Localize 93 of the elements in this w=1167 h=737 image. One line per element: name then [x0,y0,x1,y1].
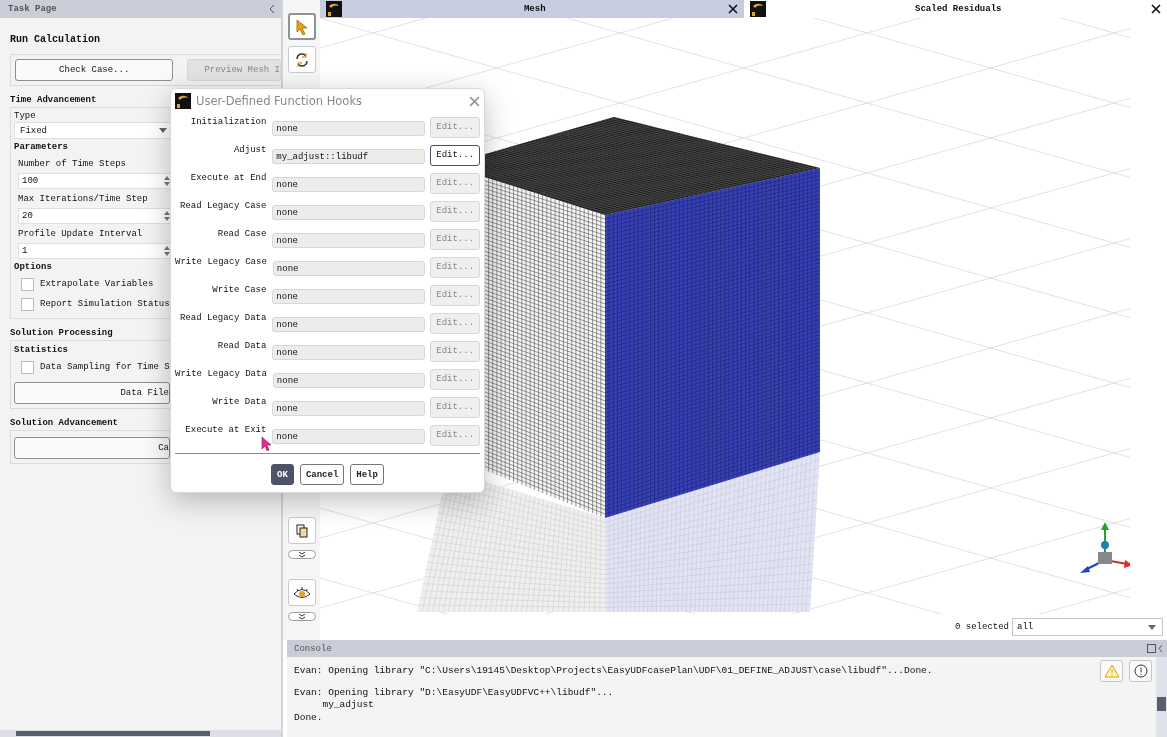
hook-label: Read Legacy Case [178,201,267,211]
app-logo-icon [749,1,766,17]
expand-button[interactable] [287,550,316,559]
group-label: Parameters [14,140,68,154]
console-line: Evan: Opening library "D:\EasyUDF\EasyUDFVC++\libudf"... [294,686,615,699]
copy-icon [295,523,308,538]
number-field[interactable]: 100 [18,173,172,189]
hook-field[interactable]: none [272,121,426,136]
checkbox[interactable] [21,277,34,291]
eye-icon [292,586,311,599]
hook-field[interactable]: none [272,317,426,332]
collapse-icon[interactable] [1147,644,1163,653]
close-icon[interactable] [727,4,738,14]
console-line: Evan: Opening library "C:\Users\19145\Desktop\Projects\EasyUDFcasePlan\UDF\01_DEFINE_ADJUST\case\libudf"...Done. [294,665,934,678]
app-logo-icon [175,93,191,109]
number-field[interactable]: 1 [18,243,172,259]
mouse-cursor-icon [261,436,272,451]
chevron-down-icon [298,551,305,558]
section-title: Solution Advancement [10,418,119,429]
hook-label: Write Legacy Data [175,369,267,379]
console-title: Console [294,643,332,654]
dialog-button[interactable]: Cancel [299,464,345,485]
group-label: Options [14,260,52,274]
hook-label: Write Legacy Case [175,257,267,267]
chevron-down-icon [298,613,305,620]
hook-label: Write Data [211,397,267,407]
section-title: Solution Processing [10,328,113,339]
hook-label: Read Data [216,341,267,351]
hook-field[interactable]: none [272,177,426,192]
console-line: Done. [294,711,324,724]
hook-label: Execute at Exit [184,425,267,435]
vertical-scrollbar[interactable] [1156,657,1167,737]
group-label: Statistics [14,343,68,357]
axis-triad-icon [1080,522,1130,573]
hook-label: Adjust [232,145,267,155]
hook-field[interactable]: none [272,429,426,444]
field-label: Profile Update Interval [18,227,144,240]
collapse-icon[interactable] [270,5,275,13]
app-logo-icon [326,1,342,17]
hook-field[interactable]: my_adjust::libudf [272,149,426,164]
dialog-title: User-Defined Function Hooks [196,94,364,108]
checkbox-label: Extrapolate Variables [40,279,154,289]
close-icon[interactable] [1151,4,1161,14]
spinner-arrows-icon[interactable] [164,175,170,187]
panel-heading: Run Calculation [10,34,101,46]
rotate-icon [293,51,310,68]
select-tool-button[interactable] [287,13,316,40]
dropdown-arrow-icon [159,128,167,133]
spinner-arrows-icon[interactable] [164,210,170,222]
graphics-tab[interactable]: Mesh [320,0,744,18]
panel-button[interactable]: Check Case... [15,59,174,81]
view-tool-button[interactable] [287,579,316,606]
number-field[interactable]: 20 [18,208,172,224]
hook-label: Read Legacy Data [178,313,267,323]
dialog-button[interactable]: OK [271,464,294,485]
console-line: my_adjust [321,699,375,712]
selection-count: 0 selected [955,622,1009,632]
field-label: Max Iterations/Time Step [18,192,149,205]
hook-label: Read Case [216,229,267,239]
pointer-icon [295,18,308,35]
hook-field[interactable]: none [272,233,426,248]
hook-field[interactable]: none [272,205,426,220]
expand-button[interactable] [287,612,316,621]
horizontal-scrollbar[interactable] [0,730,281,737]
checkbox[interactable] [21,297,34,311]
type-dropdown[interactable]: Fixed [14,122,172,139]
hook-label: Execute at End [189,173,267,183]
hook-label: Initialization [189,117,267,127]
panel-title: Task Page [8,4,57,14]
warning-icon [1103,664,1120,678]
rotate-tool-button[interactable] [287,46,316,73]
info-icon [1133,664,1148,678]
hook-field[interactable]: none [272,401,426,416]
hook-field[interactable]: none [272,289,426,304]
hook-label: Write Case [211,285,267,295]
panel-button[interactable]: Ca [14,437,170,459]
dropdown-arrow-icon [1148,624,1156,630]
hook-field[interactable]: none [272,261,426,276]
dialog-button[interactable]: Help [350,464,384,485]
panel-button[interactable]: Data File [14,382,170,404]
checkbox[interactable] [21,360,34,374]
checkbox-label: Data Sampling for Time S [40,362,170,372]
edit-button[interactable]: Edit... [430,144,480,166]
section-title: Time Advancement [10,95,97,106]
hook-field[interactable]: none [272,345,426,360]
copy-tool-button[interactable] [287,517,316,544]
selection-filter-dropdown[interactable]: all [1012,618,1163,636]
field-label: Number of Time Steps [18,157,128,170]
spinner-arrows-icon[interactable] [164,245,170,257]
info-button[interactable] [1129,660,1152,682]
hook-field[interactable]: none [272,373,426,388]
field-label: Type [14,109,37,122]
checkbox-label: Report Simulation Status [40,299,170,309]
